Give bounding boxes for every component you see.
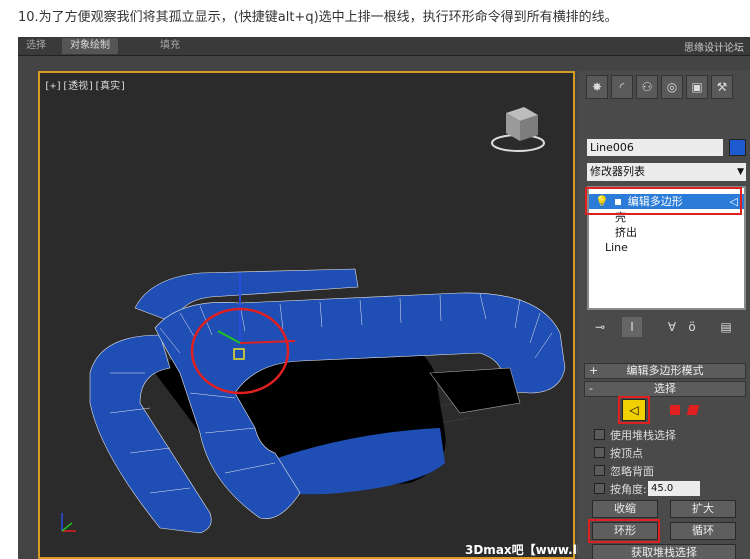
shrink-button[interactable]: 收缩 bbox=[592, 500, 658, 518]
remove-modifier-icon[interactable]: ö bbox=[682, 317, 702, 337]
panel-tabs: ✸ ◜ ⚇ ◎ ▣ ⚒ bbox=[582, 75, 748, 101]
highlight-box-stack bbox=[585, 187, 742, 215]
forum-watermark: 思缘设计论坛 bbox=[684, 43, 744, 54]
modify-icon[interactable]: ◜ bbox=[611, 75, 633, 99]
configure-sets-icon[interactable]: ▤ bbox=[716, 317, 736, 337]
stack-item-extrude[interactable]: 挤出 bbox=[615, 225, 637, 240]
loop-button[interactable]: 循环 bbox=[670, 522, 736, 540]
checkbox-by-angle[interactable]: 按角度: bbox=[594, 481, 647, 497]
perspective-viewport[interactable]: [+][透视][真实] 3Dmax吧【www.linecg.com/tieba/… bbox=[38, 71, 735, 559]
stack-item-line[interactable]: Line bbox=[605, 240, 628, 255]
command-panel: ✸ ◜ ⚇ ◎ ▣ ⚒ Line006 修改器列表 ▼ 💡 编辑多边形 ◁ 壳 … bbox=[578, 71, 750, 559]
ribbon-tabs: 选择 对象绘制 填充 思缘设计论坛 bbox=[18, 37, 750, 56]
get-stack-selection-button[interactable]: 获取堆栈选择 bbox=[592, 544, 736, 559]
viewport-label[interactable]: [+][透视][真实] bbox=[44, 77, 126, 92]
angle-spinner[interactable]: 45.0 bbox=[648, 481, 700, 496]
checkbox-by-vertex[interactable]: 按顶点 bbox=[594, 445, 643, 461]
display-icon[interactable]: ▣ bbox=[686, 75, 708, 99]
chevron-down-icon: ▼ bbox=[737, 167, 744, 177]
right-frame bbox=[429, 367, 521, 414]
highlight-box-ring bbox=[588, 519, 660, 543]
pin-stack-icon[interactable]: ⊸ bbox=[590, 317, 610, 337]
checkbox-use-stack[interactable]: 使用堆栈选择 bbox=[594, 427, 676, 443]
view-cube bbox=[491, 107, 545, 152]
corner-axes bbox=[61, 513, 76, 532]
stack-toolbar: ⊸ I ∀ ö ▤ bbox=[586, 317, 746, 337]
make-unique-icon[interactable]: ∀ bbox=[662, 317, 682, 337]
caption-text: 10.为了方便观察我们将其孤立显示，(快捷键alt+q)选中上排一根线，执行环形… bbox=[18, 10, 618, 25]
utilities-icon[interactable]: ⚒ bbox=[711, 75, 733, 99]
motion-icon[interactable]: ◎ bbox=[661, 75, 683, 99]
mesh-scene bbox=[61, 107, 566, 534]
grow-button[interactable]: 扩大 bbox=[670, 500, 736, 518]
show-end-result-icon[interactable]: I bbox=[622, 317, 642, 337]
checkbox-ignore-back[interactable]: 忽略背面 bbox=[594, 463, 654, 479]
tab-object-paint[interactable]: 对象绘制 bbox=[62, 38, 118, 54]
tab-select[interactable]: 选择 bbox=[18, 38, 54, 54]
tab-fill[interactable]: 填充 bbox=[152, 38, 188, 54]
create-icon[interactable]: ✸ bbox=[586, 75, 608, 99]
max-window: 选择 对象绘制 填充 思缘设计论坛 [+][透视][真实] ✸ ◜ ⚇ ◎ ▣ … bbox=[18, 37, 750, 559]
rollout-selection[interactable]: - 选择 bbox=[584, 381, 746, 397]
modifier-list-dropdown[interactable]: 修改器列表 ▼ bbox=[587, 163, 746, 181]
object-color-swatch[interactable] bbox=[729, 139, 746, 156]
rollout-edit-poly-mode[interactable]: + 编辑多边形模式 bbox=[584, 363, 746, 379]
highlight-box-edge bbox=[618, 396, 650, 424]
polygon-mode-icon[interactable] bbox=[670, 405, 680, 415]
object-name-field[interactable]: Line006 bbox=[587, 139, 723, 156]
modifier-list-label: 修改器列表 bbox=[590, 165, 645, 178]
element-mode-icon[interactable] bbox=[686, 405, 700, 415]
hierarchy-icon[interactable]: ⚇ bbox=[636, 75, 658, 99]
